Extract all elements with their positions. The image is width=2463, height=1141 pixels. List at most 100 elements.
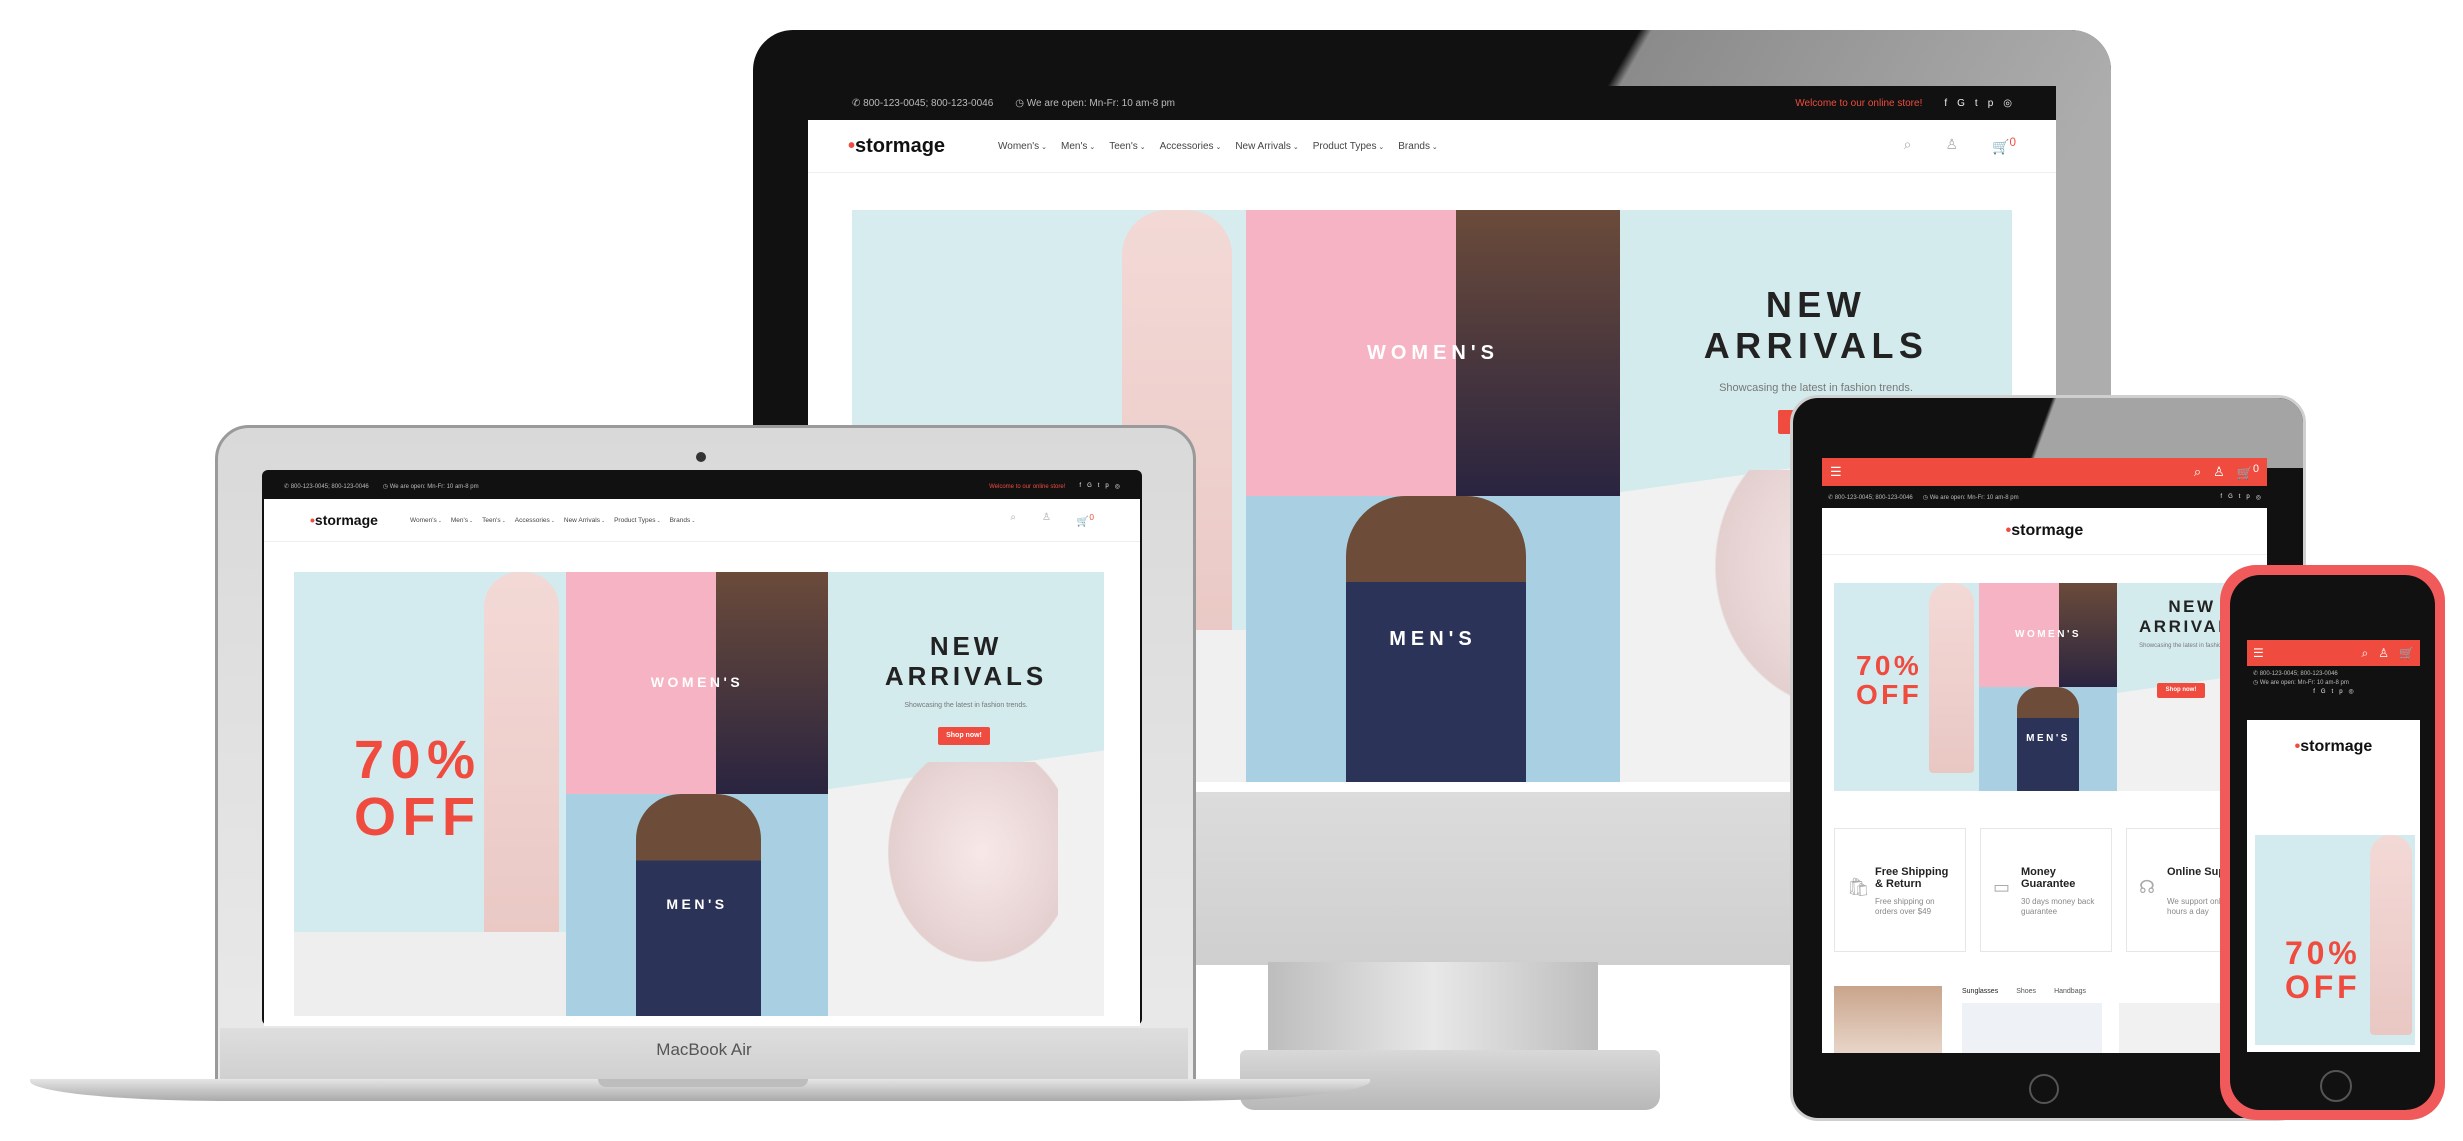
model-coat-figure [1929,583,1974,773]
facebook-icon[interactable]: f [2313,688,2315,697]
logo[interactable]: •stormage [2247,720,2420,774]
hero-womens-panel[interactable]: WOMEN'S [566,572,828,794]
hero-sale-panel[interactable]: 70% OFF [294,572,566,1016]
model-coat-figure [484,572,559,972]
google-icon[interactable]: G [1087,483,1092,490]
hero-mens-panel[interactable]: MEN'S [1246,496,1620,782]
sale-off: OFF [1856,679,1923,711]
product-thumb[interactable] [1962,1003,2102,1053]
nav-item-accessories[interactable]: Accessories [1160,141,1222,152]
hours-info: ◷ We are open: Mn-Fr: 10 am-8 pm [382,484,479,490]
pinterest-icon[interactable]: p [1105,483,1108,490]
sale-text: 70% OFF [2285,936,2361,1005]
instagram-icon[interactable]: ◎ [2256,494,2261,501]
user-icon[interactable]: ♙ [2213,464,2225,480]
iphone-screen: ☰ ⌕ ♙ 🛒 ✆ 800-123-0045; 800-123-0046 ◷ W… [2247,640,2420,1052]
sale-text: 70% OFF [1856,651,1922,710]
google-icon[interactable]: G [2228,494,2233,501]
hero-mens-panel[interactable]: MEN'S [1979,687,2117,791]
user-icon[interactable]: ♙ [2378,646,2389,660]
cart-icon[interactable]: 🛒0 [1992,136,2016,156]
nav-item-brands[interactable]: Brands [1398,141,1438,152]
top-bar: ✆ 800-123-0045; 800-123-0046 ◷ We are op… [808,86,2056,120]
twitter-icon[interactable]: t [1975,98,1978,109]
cart-icon[interactable]: 🛒0 [1077,512,1094,527]
hours-info: ◷ We are open: Mn-Fr: 10 am-8 pm [2253,680,2349,686]
mobile-header: ☰ ⌕ ♙ 🛒 [2247,640,2420,666]
hero-sale-panel[interactable]: 70% OFF [2255,835,2415,1045]
twitter-icon[interactable]: t [2332,688,2334,697]
search-icon[interactable]: ⌕ [2362,646,2369,661]
tab-shoes[interactable]: Shoes [2016,988,2036,995]
pinterest-icon[interactable]: p [2246,494,2249,501]
new-arrivals-title: NEW ARRIVALS [828,631,1104,692]
nav-item-new-arrivals[interactable]: New Arrivals [564,517,605,524]
new-arrivals-title: NEW ARRIVALS [1620,284,2012,367]
twitter-icon[interactable]: t [1098,483,1100,490]
google-icon[interactable]: G [1957,98,1965,109]
instagram-icon[interactable]: ◎ [1115,483,1120,490]
instagram-icon[interactable]: ◎ [2349,688,2354,697]
nav-item-womens[interactable]: Women's [998,141,1047,152]
menu-icon[interactable]: ☰ [1830,464,1842,480]
hero-mens-panel[interactable]: MEN'S [566,794,828,1016]
phone-info: ✆ 800-123-0045; 800-123-0046 [2253,671,2338,677]
top-bar: ✆ 800-123-0045; 800-123-0046 ◷ We are op… [1822,486,2267,508]
search-icon[interactable]: ⌕ [2194,464,2201,480]
logo[interactable]: •stormage [1822,508,2267,555]
hours-info: ◷ We are open: Mn-Fr: 10 am-8 pm [1922,494,2019,501]
instagram-icon[interactable]: ◎ [2003,98,2012,109]
cart-icon[interactable]: 🛒0 [2237,463,2259,481]
nav-item-product-types[interactable]: Product Types [1313,141,1385,152]
new-arrivals-subtitle: Showcasing the latest in fashion trends. [904,702,1028,709]
apple-logo-icon [1408,855,1458,915]
logo[interactable]: •stormage [848,135,998,158]
phone-info: ✆ 800-123-0045; 800-123-0046 [1828,494,1913,501]
user-icon[interactable]: ♙ [1042,512,1051,527]
hero-womens-panel[interactable]: WOMEN'S [1246,210,1620,496]
phone-info: ✆ 800-123-0045; 800-123-0046 [852,97,994,109]
cart-icon[interactable]: 🛒 [2399,646,2414,660]
new-arrivals-line1: NEW [2168,597,2216,616]
product-thumb[interactable] [1834,986,1942,1053]
product-tabs: Sunglasses Shoes Handbags [1962,988,2086,995]
nav-item-accessories[interactable]: Accessories [515,517,555,524]
facebook-icon[interactable]: f [2220,494,2222,501]
nav-icons: ⌕ ♙ 🛒0 [1904,136,2016,156]
mobile-header: ☰ ⌕ ♙ 🛒0 [1822,458,2267,486]
nav-item-new-arrivals[interactable]: New Arrivals [1235,141,1298,152]
product-thumb[interactable] [2119,1003,2229,1053]
logo[interactable]: •stormage [310,512,410,528]
nav-item-brands[interactable]: Brands [670,517,696,524]
nav-icons: ⌕ ♙ 🛒0 [1010,512,1094,527]
headset-icon: ☊ [2139,877,2155,897]
hero-womens-panel[interactable]: WOMEN'S [1979,583,2117,687]
nav-item-mens[interactable]: Men's [1061,141,1095,152]
nav-item-womens[interactable]: Women's [410,517,442,524]
hero-sale-panel[interactable]: 70% OFF [1834,583,1979,791]
shop-now-button[interactable]: Shop now! [2157,683,2205,698]
search-icon[interactable]: ⌕ [1010,512,1016,527]
nav-item-teens[interactable]: Teen's [1109,141,1145,152]
tab-sunglasses[interactable]: Sunglasses [1962,988,1998,995]
pinterest-icon[interactable]: p [2339,688,2342,697]
menu-icon[interactable]: ☰ [2253,646,2264,660]
nav-item-mens[interactable]: Men's [451,517,473,524]
shop-now-button[interactable]: Shop now! [938,727,990,745]
search-icon[interactable]: ⌕ [1904,136,1912,156]
sale-off: OFF [354,786,482,847]
sale-off: OFF [2285,968,2361,1005]
twitter-icon[interactable]: t [2239,494,2241,501]
pinterest-icon[interactable]: p [1988,98,1994,109]
google-icon[interactable]: G [2321,688,2326,697]
feature-title: Money Guaranteе [2021,866,2076,890]
facebook-icon[interactable]: f [1079,483,1081,490]
feature-text: 30 days money back guarantee [2021,897,2095,916]
nav-item-product-types[interactable]: Product Types [614,517,661,524]
facebook-icon[interactable]: f [1944,98,1947,109]
nav-item-teens[interactable]: Teen's [482,517,506,524]
macbook-screen: ✆ 800-123-0045; 800-123-0046 ◷ We are op… [264,474,1140,1026]
user-icon[interactable]: ♙ [1946,136,1959,156]
phone-text: 800-123-0045; 800-123-0046 [2259,671,2338,677]
tab-handbags[interactable]: Handbags [2054,988,2086,995]
